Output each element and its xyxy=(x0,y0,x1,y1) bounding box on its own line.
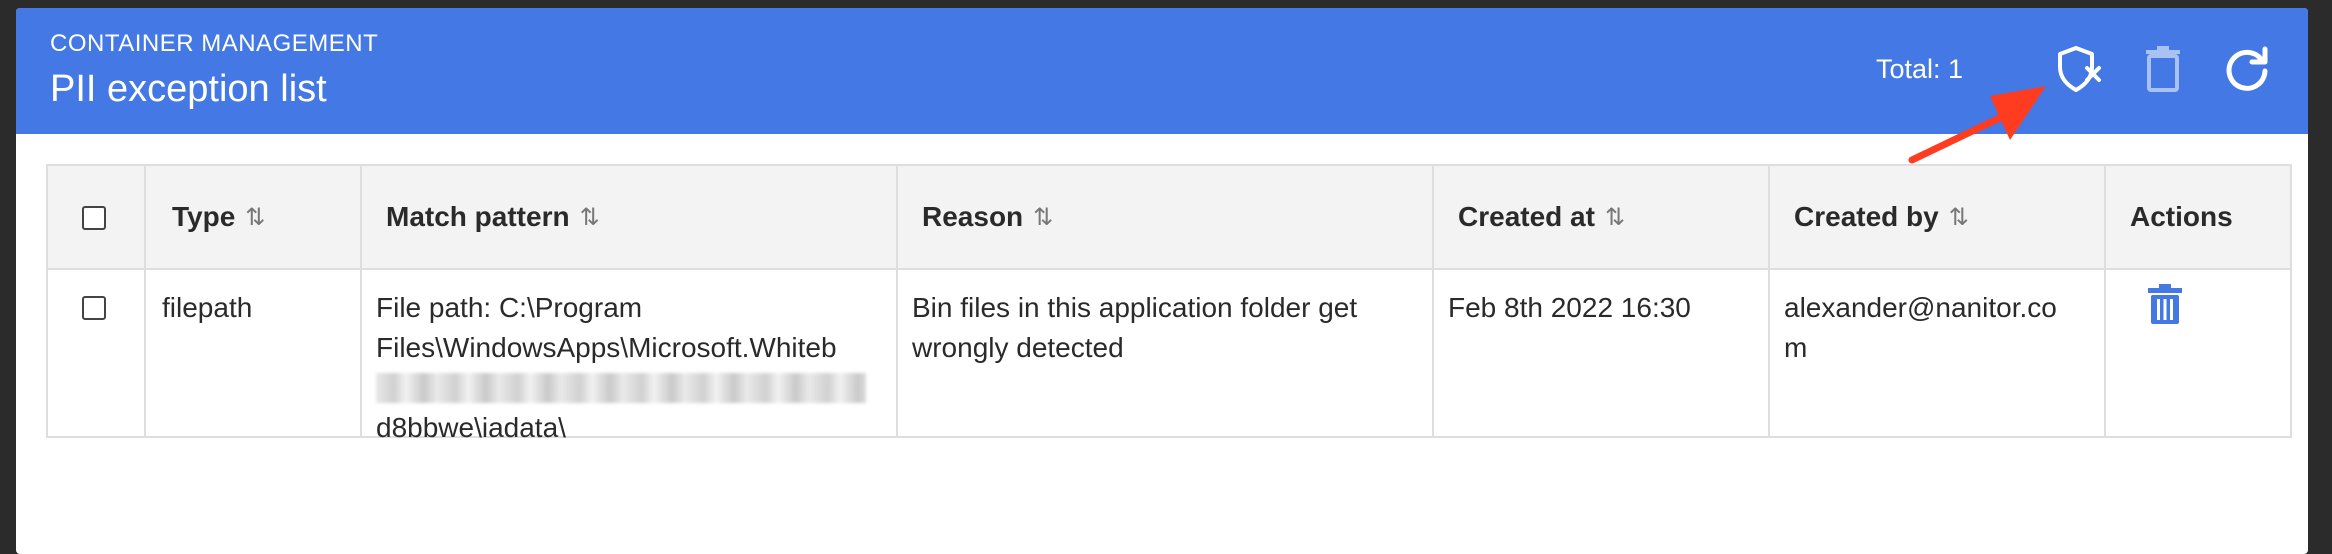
annotation-arrow xyxy=(1908,86,2046,164)
